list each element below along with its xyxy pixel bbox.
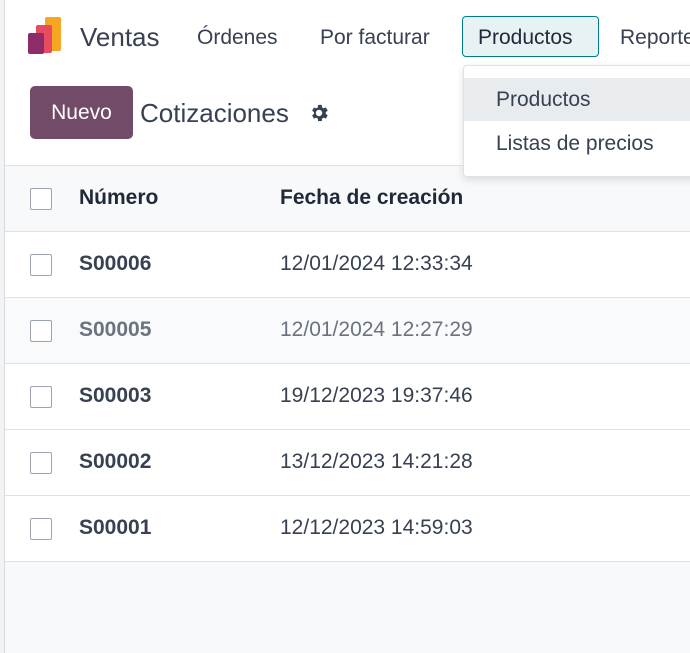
column-header-fecha[interactable]: Fecha de creación: [280, 166, 463, 230]
app-window: Ventas Órdenes Por facturar Productos Re…: [0, 0, 690, 653]
row-checkbox[interactable]: [30, 254, 52, 276]
creation-date: 12/12/2023 14:59:03: [280, 516, 473, 539]
order-number: S00006: [79, 252, 152, 275]
productos-dropdown-menu: Productos Listas de precios: [463, 65, 690, 177]
table-row[interactable]: S00006 12/01/2024 12:33:34: [5, 232, 690, 298]
new-button[interactable]: Nuevo: [30, 86, 133, 139]
creation-date: 12/01/2024 12:33:34: [280, 252, 473, 275]
row-checkbox[interactable]: [30, 386, 52, 408]
menu-item-listas-de-precios[interactable]: Listas de precios: [464, 122, 690, 165]
row-checkbox[interactable]: [30, 518, 52, 540]
top-navbar: Ventas Órdenes Por facturar Productos Re…: [5, 0, 690, 72]
nav-item-ordenes[interactable]: Órdenes: [181, 16, 294, 57]
gear-icon[interactable]: [308, 102, 330, 124]
creation-date: 12/01/2024 12:27:29: [280, 318, 473, 341]
breadcrumb: Cotizaciones: [140, 98, 289, 128]
table-row[interactable]: S00003 19/12/2023 19:37:46: [5, 364, 690, 430]
order-number: S00003: [79, 384, 152, 407]
sales-app-logo-icon[interactable]: [27, 17, 67, 55]
app-name[interactable]: Ventas: [80, 22, 160, 53]
creation-date: 13/12/2023 14:21:28: [280, 450, 473, 473]
row-checkbox[interactable]: [30, 320, 52, 342]
order-number: S00002: [79, 450, 152, 473]
nav-item-por-facturar[interactable]: Por facturar: [304, 16, 446, 57]
table-row[interactable]: S00001 12/12/2023 14:59:03: [5, 496, 690, 562]
order-number: S00001: [79, 516, 152, 539]
order-number: S00005: [79, 318, 152, 341]
row-checkbox[interactable]: [30, 452, 52, 474]
quotations-list: Número Fecha de creación S00006 12/01/20…: [5, 165, 690, 562]
select-all-checkbox[interactable]: [30, 188, 52, 210]
nav-item-reporte[interactable]: Reporte: [604, 16, 690, 57]
menu-item-productos[interactable]: Productos: [464, 78, 690, 121]
column-header-numero[interactable]: Número: [79, 166, 158, 230]
creation-date: 19/12/2023 19:37:46: [280, 384, 473, 407]
table-row[interactable]: S00005 12/01/2024 12:27:29: [5, 298, 690, 364]
nav-item-productos[interactable]: Productos: [462, 16, 599, 57]
table-row[interactable]: S00002 13/12/2023 14:21:28: [5, 430, 690, 496]
